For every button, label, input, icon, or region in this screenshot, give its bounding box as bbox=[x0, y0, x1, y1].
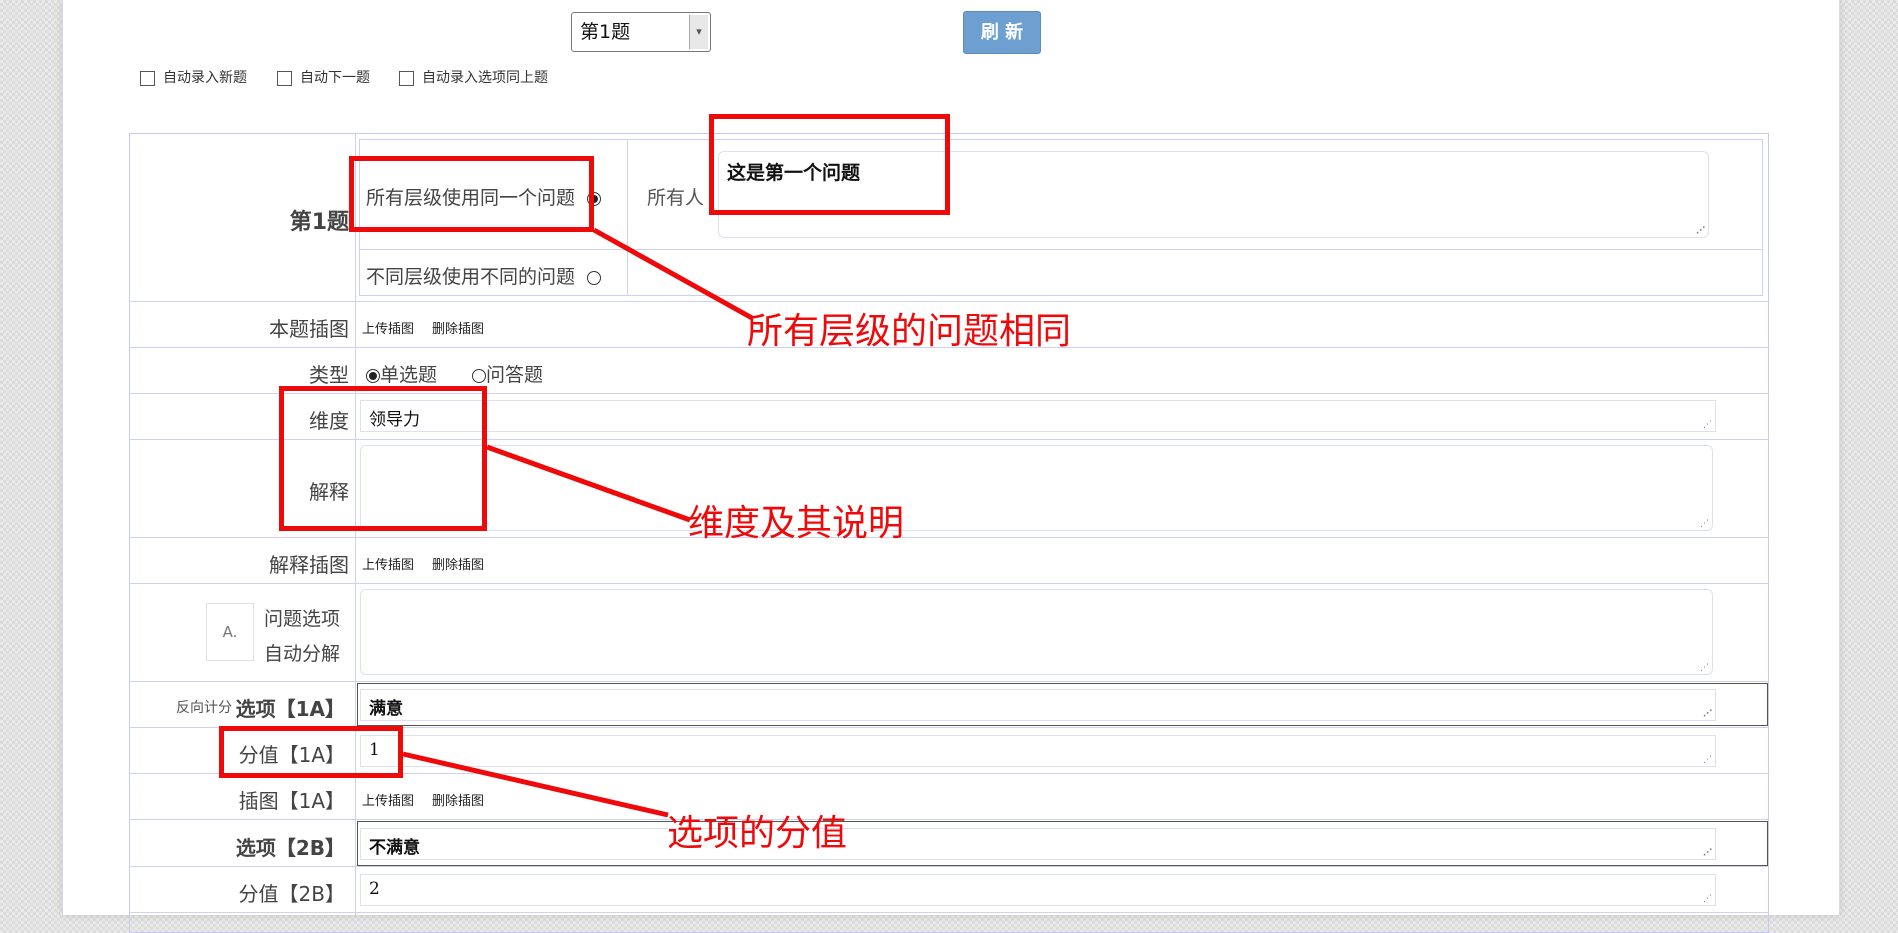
annotation-same-question: 所有层级的问题相同 bbox=[747, 311, 1072, 352]
annotation-option-score: 选项的分值 bbox=[667, 813, 848, 854]
annotation-arrows bbox=[402, 227, 754, 818]
annotation-dimension-desc: 维度及其说明 bbox=[688, 503, 905, 544]
